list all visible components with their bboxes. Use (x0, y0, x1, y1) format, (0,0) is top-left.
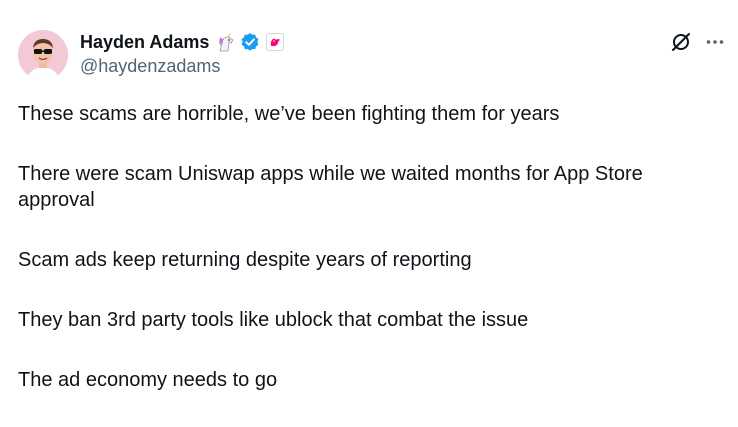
tweet-paragraph: They ban 3rd party tools like ublock tha… (18, 309, 529, 331)
author-handle[interactable]: @haydenzadams (80, 56, 220, 77)
verified-badge-icon[interactable] (240, 32, 260, 52)
more-options-icon[interactable] (705, 33, 725, 51)
author-name-row: Hayden Adams (80, 30, 285, 54)
tweet-paragraph: These scams are horrible, we’ve been fig… (18, 103, 560, 125)
tweet-paragraph: Scam ads keep returning despite years of… (18, 249, 472, 271)
avatar[interactable] (18, 30, 68, 80)
tweet-text: These scams are horrible, we’ve been fig… (18, 101, 718, 427)
tweet-card: Hayden Adams @haydenzadams These scams a… (0, 0, 738, 407)
tweet-paragraph: The ad economy needs to go (18, 369, 278, 391)
avatar-image (18, 30, 68, 80)
uniswap-affiliate-icon[interactable] (266, 33, 285, 51)
grok-icon[interactable] (670, 31, 692, 53)
tweet-paragraph: There were scam Uniswap apps while we wa… (18, 163, 643, 211)
author-display-name[interactable]: Hayden Adams (80, 32, 209, 53)
unicorn-icon (215, 31, 237, 53)
